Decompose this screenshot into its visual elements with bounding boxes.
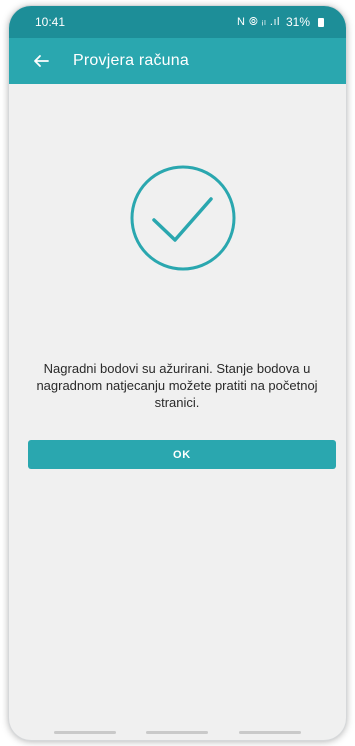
battery-icon [318,17,324,27]
battery-percentage: 31% [285,15,310,29]
check-circle-icon [130,165,236,271]
nav-back-hint[interactable] [238,731,301,734]
main-content: Nagradni bodovi su ažurirani. Stanje bod… [9,84,346,740]
page-title: Provjera računa [73,52,189,69]
status-indicators: N ⦾ ᵢₗ .ıl 31% [237,15,324,29]
status-time: 10:41 [35,15,66,29]
phone-frame: 10:41 N ⦾ ᵢₗ .ıl 31% Provjera računa Nag… [9,6,346,740]
confirmation-message: Nagradni bodovi su ažurirani. Stanje bod… [36,361,318,410]
ok-button[interactable]: OK [28,440,336,469]
navigation-bar [9,731,346,734]
back-arrow-icon[interactable] [29,49,53,73]
page: 10:41 N ⦾ ᵢₗ .ıl 31% Provjera računa Nag… [0,0,355,746]
status-bar: 10:41 N ⦾ ᵢₗ .ıl 31% [9,6,346,38]
signal-icons: N ⦾ ᵢₗ .ıl [236,16,280,28]
nav-home-hint[interactable] [146,731,209,734]
nav-recent-hint[interactable] [54,731,117,734]
app-bar: Provjera računa [9,38,346,84]
